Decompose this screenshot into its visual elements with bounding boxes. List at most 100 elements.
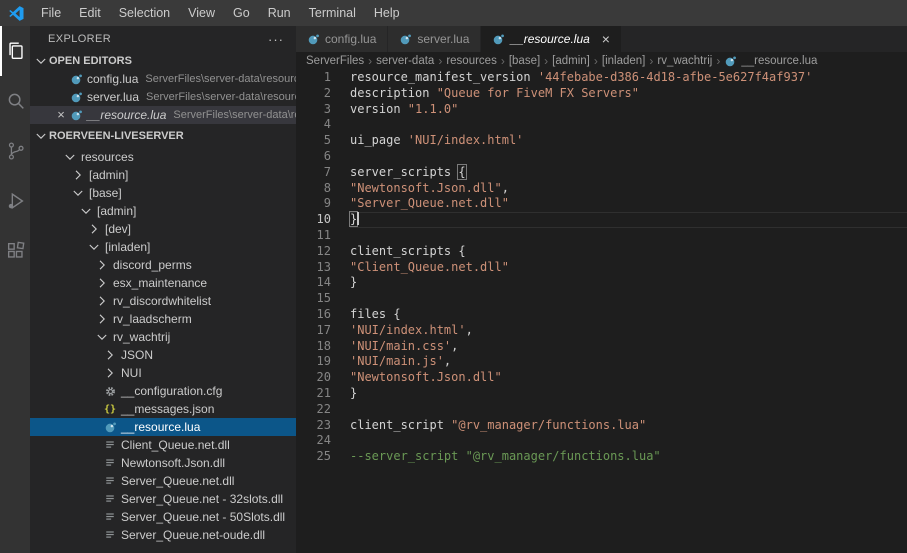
tree-item-Client_Queue.net.dll[interactable]: Client_Queue.net.dll — [30, 436, 296, 454]
tree-item-__messages.json[interactable]: {}__messages.json — [30, 400, 296, 418]
tree-item-resources[interactable]: resources — [30, 148, 296, 166]
tree-item-esx_maintenance[interactable]: esx_maintenance — [30, 274, 296, 292]
code-line-1[interactable]: 1resource_manifest_version '44febabe-d38… — [296, 70, 907, 86]
code-line-24[interactable]: 24 — [296, 433, 907, 449]
tree-item-NUI[interactable]: NUI — [30, 364, 296, 382]
code-line-content[interactable]: files { — [350, 307, 907, 323]
code-line-25[interactable]: 25--server_script "@rv_manager/functions… — [296, 449, 907, 465]
menu-selection[interactable]: Selection — [110, 0, 179, 26]
code-line-7[interactable]: 7server_scripts { — [296, 165, 907, 181]
code-line-3[interactable]: 3version "1.1.0" — [296, 102, 907, 118]
tree-item-[inladen][interactable]: [inladen] — [30, 238, 296, 256]
tree-item-Server_Queue.net.dll[interactable]: Server_Queue.net.dll — [30, 472, 296, 490]
code-line-2[interactable]: 2description "Queue for FiveM FX Servers… — [296, 86, 907, 102]
menu-edit[interactable]: Edit — [70, 0, 110, 26]
code-line-content[interactable]: } — [350, 386, 907, 402]
code-line-23[interactable]: 23client_script "@rv_manager/functions.l… — [296, 418, 907, 434]
tree-item-__resource.lua[interactable]: __resource.lua — [30, 418, 296, 436]
open-editor-__resource.lua[interactable]: ×__resource.luaServerFiles\server-data\r… — [30, 106, 296, 124]
open-editor-server.lua[interactable]: server.luaServerFiles\server-data\resour… — [30, 88, 296, 106]
code-line-content[interactable]: 'NUI/main.js', — [350, 354, 907, 370]
code-line-content[interactable]: resource_manifest_version '44febabe-d386… — [350, 70, 907, 86]
code-line-15[interactable]: 15 — [296, 291, 907, 307]
open-editors-section-header[interactable]: OPEN EDITORS — [30, 52, 296, 70]
menu-run[interactable]: Run — [259, 0, 300, 26]
close-icon[interactable]: × — [602, 32, 610, 46]
code-line-content[interactable]: server_scripts { — [350, 165, 907, 181]
code-line-content[interactable]: "Newtonsoft.Json.dll" — [350, 370, 907, 386]
menu-go[interactable]: Go — [224, 0, 259, 26]
breadcrumb-item[interactable]: [admin] — [552, 55, 590, 67]
code-line-content[interactable] — [350, 149, 907, 165]
activity-extensions-icon[interactable] — [0, 226, 30, 276]
code-line-content[interactable]: ui_page 'NUI/index.html' — [350, 133, 907, 149]
code-line-content[interactable]: --server_script "@rv_manager/functions.l… — [350, 449, 907, 465]
tree-item-JSON[interactable]: JSON — [30, 346, 296, 364]
close-icon[interactable]: × — [54, 108, 68, 122]
tree-item-Server_Queue.net-oude.dll[interactable]: Server_Queue.net-oude.dll — [30, 526, 296, 544]
tab-config.lua[interactable]: config.lua — [296, 26, 388, 52]
menu-file[interactable]: File — [32, 0, 70, 26]
tree-item-discord_perms[interactable]: discord_perms — [30, 256, 296, 274]
workspace-section-header[interactable]: ROERVEEN-LIVESERVER — [30, 124, 296, 148]
code-line-13[interactable]: 13"Client_Queue.net.dll" — [296, 260, 907, 276]
code-line-content[interactable]: "Newtonsoft.Json.dll", — [350, 181, 907, 197]
code-line-4[interactable]: 4 — [296, 117, 907, 133]
code-line-content[interactable] — [350, 402, 907, 418]
menu-help[interactable]: Help — [365, 0, 409, 26]
activity-source-control-icon[interactable] — [0, 126, 30, 176]
code-line-21[interactable]: 21} — [296, 386, 907, 402]
code-line-content[interactable]: description "Queue for FiveM FX Servers" — [350, 86, 907, 102]
code-line-content[interactable] — [350, 117, 907, 133]
breadcrumb-item[interactable]: server-data — [376, 55, 434, 67]
code-line-content[interactable] — [350, 291, 907, 307]
code-line-content[interactable]: } — [350, 275, 907, 291]
tree-item-__configuration.cfg[interactable]: __configuration.cfg — [30, 382, 296, 400]
code-line-16[interactable]: 16files { — [296, 307, 907, 323]
tree-item-[base][interactable]: [base] — [30, 184, 296, 202]
tree-item-[admin][interactable]: [admin] — [30, 166, 296, 184]
menu-view[interactable]: View — [179, 0, 224, 26]
code-line-11[interactable]: 11 — [296, 228, 907, 244]
tree-item-Server_Queue.net_-_50Slots.dll[interactable]: Server_Queue.net - 50Slots.dll — [30, 508, 296, 526]
breadcrumb-item[interactable]: rv_wachtrij — [657, 55, 712, 67]
code-line-19[interactable]: 19'NUI/main.js', — [296, 354, 907, 370]
code-line-8[interactable]: 8"Newtonsoft.Json.dll", — [296, 181, 907, 197]
more-actions-icon[interactable]: ··· — [268, 32, 284, 47]
code-line-20[interactable]: 20"Newtonsoft.Json.dll" — [296, 370, 907, 386]
activity-explorer-icon[interactable] — [0, 26, 30, 76]
code-line-6[interactable]: 6 — [296, 149, 907, 165]
code-line-content[interactable]: } — [350, 212, 907, 228]
breadcrumb-item[interactable]: ServerFiles — [306, 55, 364, 67]
breadcrumb-item[interactable]: [inladen] — [602, 55, 645, 67]
breadcrumb-item[interactable]: resources — [446, 55, 497, 67]
tree-item-rv_laadscherm[interactable]: rv_laadscherm — [30, 310, 296, 328]
activity-run-debug-icon[interactable] — [0, 176, 30, 226]
code-line-content[interactable]: client_script "@rv_manager/functions.lua… — [350, 418, 907, 434]
code-line-content[interactable]: "Server_Queue.net.dll" — [350, 196, 907, 212]
code-line-14[interactable]: 14} — [296, 275, 907, 291]
code-line-content[interactable]: 'NUI/index.html', — [350, 323, 907, 339]
code-line-5[interactable]: 5ui_page 'NUI/index.html' — [296, 133, 907, 149]
open-editor-config.lua[interactable]: config.luaServerFiles\server-data\resour… — [30, 70, 296, 88]
code-line-17[interactable]: 17'NUI/index.html', — [296, 323, 907, 339]
breadcrumb-file[interactable]: __resource.lua — [724, 55, 817, 68]
code-line-22[interactable]: 22 — [296, 402, 907, 418]
code-line-content[interactable]: version "1.1.0" — [350, 102, 907, 118]
tree-item-[dev][interactable]: [dev] — [30, 220, 296, 238]
tree-item-Newtonsoft.Json.dll[interactable]: Newtonsoft.Json.dll — [30, 454, 296, 472]
code-editor[interactable]: 1resource_manifest_version '44febabe-d38… — [296, 70, 907, 553]
code-line-content[interactable]: "Client_Queue.net.dll" — [350, 260, 907, 276]
tree-item-[admin][interactable]: [admin] — [30, 202, 296, 220]
code-line-12[interactable]: 12client_scripts { — [296, 244, 907, 260]
tab-server.lua[interactable]: server.lua — [388, 26, 481, 52]
code-line-10[interactable]: 10} — [296, 212, 907, 228]
tree-item-rv_discordwhitelist[interactable]: rv_discordwhitelist — [30, 292, 296, 310]
tree-item-rv_wachtrij[interactable]: rv_wachtrij — [30, 328, 296, 346]
code-line-content[interactable]: client_scripts { — [350, 244, 907, 260]
code-line-content[interactable] — [350, 228, 907, 244]
code-line-content[interactable]: 'NUI/main.css', — [350, 339, 907, 355]
code-line-18[interactable]: 18'NUI/main.css', — [296, 339, 907, 355]
activity-search-icon[interactable] — [0, 76, 30, 126]
code-line-9[interactable]: 9"Server_Queue.net.dll" — [296, 196, 907, 212]
